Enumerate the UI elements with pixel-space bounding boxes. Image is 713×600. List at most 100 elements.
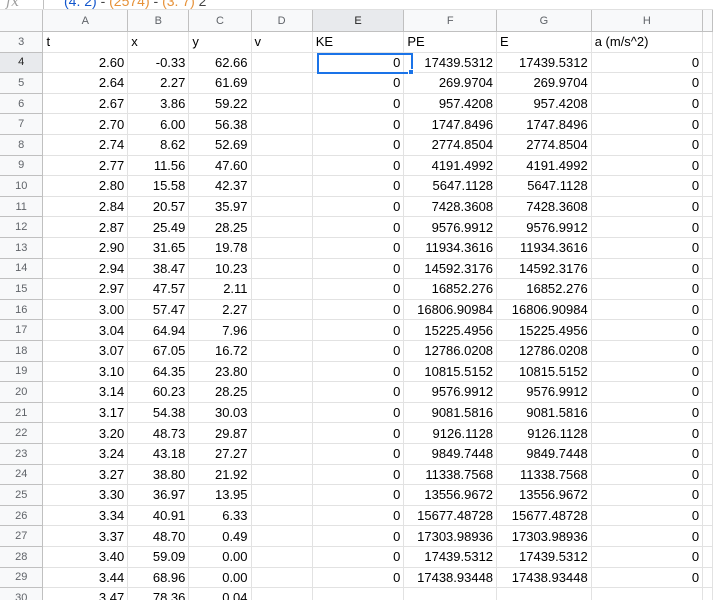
data-cell[interactable]: 11934.3616: [404, 238, 498, 259]
row-header[interactable]: 11: [0, 196, 44, 218]
data-cell[interactable]: 7428.3608: [497, 196, 592, 218]
data-cell[interactable]: 3.27: [43, 464, 129, 486]
data-cell[interactable]: 8.62: [128, 135, 190, 156]
data-cell[interactable]: 0.00: [189, 567, 252, 589]
data-cell[interactable]: 0: [591, 52, 704, 74]
data-cell[interactable]: 0: [591, 299, 704, 321]
header-cell[interactable]: a (m/s^2): [591, 32, 704, 53]
data-cell[interactable]: 0: [591, 196, 704, 218]
data-cell[interactable]: 2.74: [43, 135, 129, 156]
data-cell[interactable]: 15677.48728: [497, 505, 592, 527]
data-cell[interactable]: 54.38: [128, 402, 190, 424]
column-header-e[interactable]: E: [312, 10, 405, 32]
data-cell[interactable]: 0: [312, 279, 405, 300]
data-cell[interactable]: 0: [312, 382, 405, 403]
row-header[interactable]: 15: [0, 279, 44, 300]
data-cell[interactable]: 11338.7568: [404, 464, 498, 486]
row-header[interactable]: 13: [0, 238, 44, 259]
row-header[interactable]: 28: [0, 547, 44, 568]
row-header[interactable]: 19: [0, 361, 44, 383]
data-cell[interactable]: 59.09: [128, 547, 190, 568]
data-cell[interactable]: 17438.93448: [497, 567, 592, 589]
data-cell[interactable]: 2.90: [43, 238, 129, 259]
row-header[interactable]: 27: [0, 526, 44, 547]
data-cell[interactable]: 15225.4956: [497, 320, 592, 341]
data-cell[interactable]: 269.9704: [497, 73, 592, 94]
data-cell[interactable]: 57.47: [128, 299, 190, 321]
data-cell[interactable]: 17439.5312: [404, 547, 498, 568]
data-cell[interactable]: 9849.7448: [497, 444, 592, 465]
data-cell[interactable]: [251, 155, 313, 177]
data-cell[interactable]: 11934.3616: [497, 238, 592, 259]
data-cell[interactable]: 3.37: [43, 526, 129, 547]
data-cell[interactable]: 0: [591, 444, 704, 465]
data-cell[interactable]: 15.58: [128, 176, 190, 197]
row-header[interactable]: 22: [0, 423, 44, 444]
column-header-c[interactable]: C: [189, 10, 252, 32]
data-cell[interactable]: 16806.90984: [404, 299, 498, 321]
data-cell[interactable]: 42.37: [189, 176, 252, 197]
data-cell[interactable]: 14592.3176: [497, 258, 592, 280]
data-cell[interactable]: [251, 279, 313, 300]
data-cell[interactable]: 5647.1128: [497, 176, 592, 197]
row-header[interactable]: 9: [0, 155, 44, 177]
data-cell[interactable]: 52.69: [189, 135, 252, 156]
data-cell[interactable]: 38.80: [128, 464, 190, 486]
data-cell[interactable]: 48.73: [128, 423, 190, 444]
data-cell[interactable]: 10815.5152: [404, 361, 498, 383]
data-cell[interactable]: 0: [591, 382, 704, 403]
data-cell[interactable]: [251, 196, 313, 218]
data-cell[interactable]: -0.33: [128, 52, 190, 74]
data-cell[interactable]: 0: [591, 73, 704, 94]
data-cell[interactable]: 3.20: [43, 423, 129, 444]
row-header[interactable]: 12: [0, 217, 44, 238]
data-cell[interactable]: 9126.1128: [497, 423, 592, 444]
data-cell[interactable]: 36.97: [128, 485, 190, 506]
data-cell[interactable]: [251, 52, 313, 74]
data-cell[interactable]: 3.17: [43, 402, 129, 424]
data-cell[interactable]: [251, 114, 313, 135]
data-cell[interactable]: 25.49: [128, 217, 190, 238]
data-cell[interactable]: 0.49: [189, 526, 252, 547]
data-cell[interactable]: 3.40: [43, 547, 129, 568]
data-cell[interactable]: 17439.5312: [404, 52, 498, 74]
header-cell[interactable]: E: [497, 32, 592, 53]
data-cell[interactable]: 6.00: [128, 114, 190, 135]
row-header[interactable]: 16: [0, 299, 44, 321]
data-cell[interactable]: 27.27: [189, 444, 252, 465]
row-header[interactable]: 29: [0, 567, 44, 589]
data-cell[interactable]: 9849.7448: [404, 444, 498, 465]
data-cell[interactable]: 9576.9912: [404, 382, 498, 403]
header-cell[interactable]: v: [251, 32, 313, 53]
data-cell[interactable]: 0: [591, 238, 704, 259]
data-cell[interactable]: 64.94: [128, 320, 190, 341]
data-cell[interactable]: 3.10: [43, 361, 129, 383]
data-cell[interactable]: 0: [591, 155, 704, 177]
data-cell[interactable]: 2.77: [43, 155, 129, 177]
data-cell[interactable]: 957.4208: [404, 93, 498, 115]
data-cell[interactable]: 957.4208: [497, 93, 592, 115]
data-cell[interactable]: [404, 588, 498, 600]
data-cell[interactable]: 9576.9912: [404, 217, 498, 238]
data-cell[interactable]: 28.25: [189, 382, 252, 403]
data-cell[interactable]: 0: [591, 464, 704, 486]
data-cell[interactable]: 0: [312, 238, 405, 259]
header-cell[interactable]: x: [128, 32, 190, 53]
data-cell[interactable]: [251, 93, 313, 115]
data-cell[interactable]: 3.86: [128, 93, 190, 115]
data-cell[interactable]: 11.56: [128, 155, 190, 177]
data-cell[interactable]: [251, 444, 313, 465]
data-cell[interactable]: 28.25: [189, 217, 252, 238]
data-cell[interactable]: 15225.4956: [404, 320, 498, 341]
data-cell[interactable]: [251, 485, 313, 506]
data-cell[interactable]: 0: [312, 547, 405, 568]
data-cell[interactable]: 3.44: [43, 567, 129, 589]
row-header[interactable]: 23: [0, 444, 44, 465]
data-cell[interactable]: 2.64: [43, 73, 129, 94]
data-cell[interactable]: 2.70: [43, 114, 129, 135]
data-cell[interactable]: [251, 547, 313, 568]
data-cell[interactable]: [251, 361, 313, 383]
data-cell[interactable]: 2.27: [189, 299, 252, 321]
row-header[interactable]: 3: [0, 32, 44, 53]
data-cell[interactable]: 78.36: [128, 588, 190, 600]
